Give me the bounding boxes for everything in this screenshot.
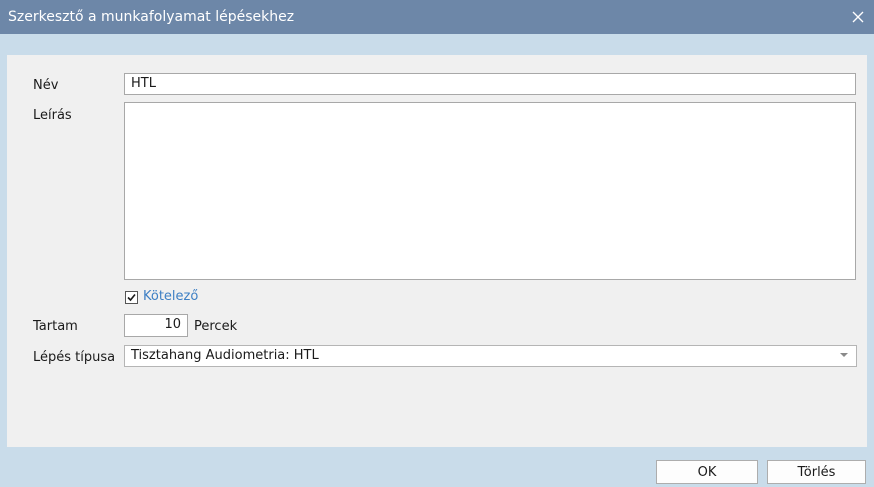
name-field[interactable]: HTL (124, 73, 856, 95)
delete-button[interactable]: Törlés (767, 460, 866, 484)
name-label: Név (33, 78, 59, 93)
window-title: Szerkesztő a munkafolyamat lépésekhez (8, 9, 295, 25)
close-button[interactable] (842, 0, 874, 34)
duration-unit: Percek (194, 319, 238, 334)
close-icon (852, 11, 864, 23)
name-value: HTL (131, 76, 156, 91)
step-type-select[interactable]: Tisztahang Audiometria: HTL (124, 345, 857, 367)
description-field[interactable] (124, 102, 856, 280)
chevron-down-icon (840, 353, 848, 357)
duration-field[interactable]: 10 (124, 314, 188, 337)
description-label: Leírás (33, 108, 72, 123)
mandatory-checkbox[interactable] (125, 291, 138, 304)
form-panel: Név HTL Leírás Kötelező Tartam 10 Percek… (7, 55, 867, 447)
step-type-label: Lépés típusa (33, 350, 116, 365)
ok-button[interactable]: OK (656, 460, 758, 484)
step-type-value: Tisztahang Audiometria: HTL (131, 348, 319, 363)
duration-value: 10 (164, 317, 181, 332)
checkmark-icon (127, 293, 136, 302)
window-titlebar: Szerkesztő a munkafolyamat lépésekhez (0, 0, 874, 34)
duration-label: Tartam (33, 319, 78, 334)
mandatory-label[interactable]: Kötelező (143, 289, 198, 304)
